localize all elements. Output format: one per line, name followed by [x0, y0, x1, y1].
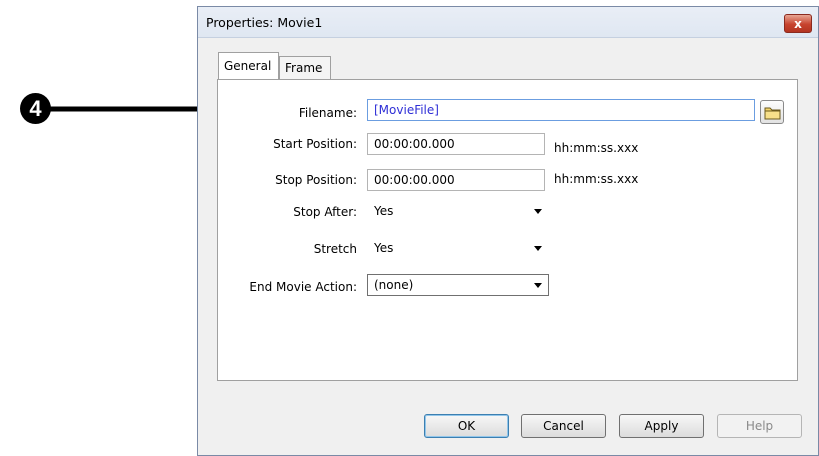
stop-after-select[interactable]: Yes — [367, 200, 549, 222]
title-bar: Properties: Movie1 x — [198, 7, 818, 38]
chevron-down-icon — [534, 209, 542, 214]
browse-button[interactable] — [760, 100, 784, 124]
close-icon: x — [794, 16, 802, 31]
filename-label: Filename: — [298, 106, 357, 120]
stretch-label: Stretch — [313, 242, 357, 256]
start-position-unit: hh:mm:ss.xxx — [554, 141, 639, 155]
tab-frame[interactable]: Frame — [279, 56, 331, 79]
general-tab-panel — [217, 79, 798, 381]
properties-dialog: Properties: Movie1 x General Frame Filen… — [197, 6, 819, 456]
end-movie-action-select[interactable]: (none) — [367, 274, 549, 296]
ok-button[interactable]: OK — [424, 414, 509, 438]
stop-after-value: Yes — [374, 204, 394, 218]
stop-position-label: Stop Position: — [275, 173, 357, 187]
chevron-down-icon — [534, 246, 542, 251]
filename-field[interactable]: [MovieFile] — [367, 99, 755, 121]
start-position-label: Start Position: — [273, 137, 357, 151]
callout-number-badge: 4 — [20, 93, 51, 124]
help-button[interactable]: Help — [717, 414, 802, 438]
stretch-value: Yes — [374, 241, 394, 255]
apply-button[interactable]: Apply — [619, 414, 704, 438]
folder-icon — [764, 107, 781, 120]
start-position-field[interactable]: 00:00:00.000 — [367, 133, 545, 155]
chevron-down-icon — [534, 283, 542, 288]
stop-after-label: Stop After: — [293, 205, 357, 219]
end-movie-action-label: End Movie Action: — [249, 280, 357, 294]
close-button[interactable]: x — [784, 14, 812, 33]
stop-position-field[interactable]: 00:00:00.000 — [367, 169, 545, 191]
end-movie-action-value: (none) — [374, 278, 414, 292]
cancel-button[interactable]: Cancel — [521, 414, 606, 438]
tab-general[interactable]: General — [218, 52, 279, 79]
stretch-select[interactable]: Yes — [367, 237, 549, 259]
stop-position-unit: hh:mm:ss.xxx — [554, 172, 639, 186]
dialog-title: Properties: Movie1 — [206, 15, 323, 30]
